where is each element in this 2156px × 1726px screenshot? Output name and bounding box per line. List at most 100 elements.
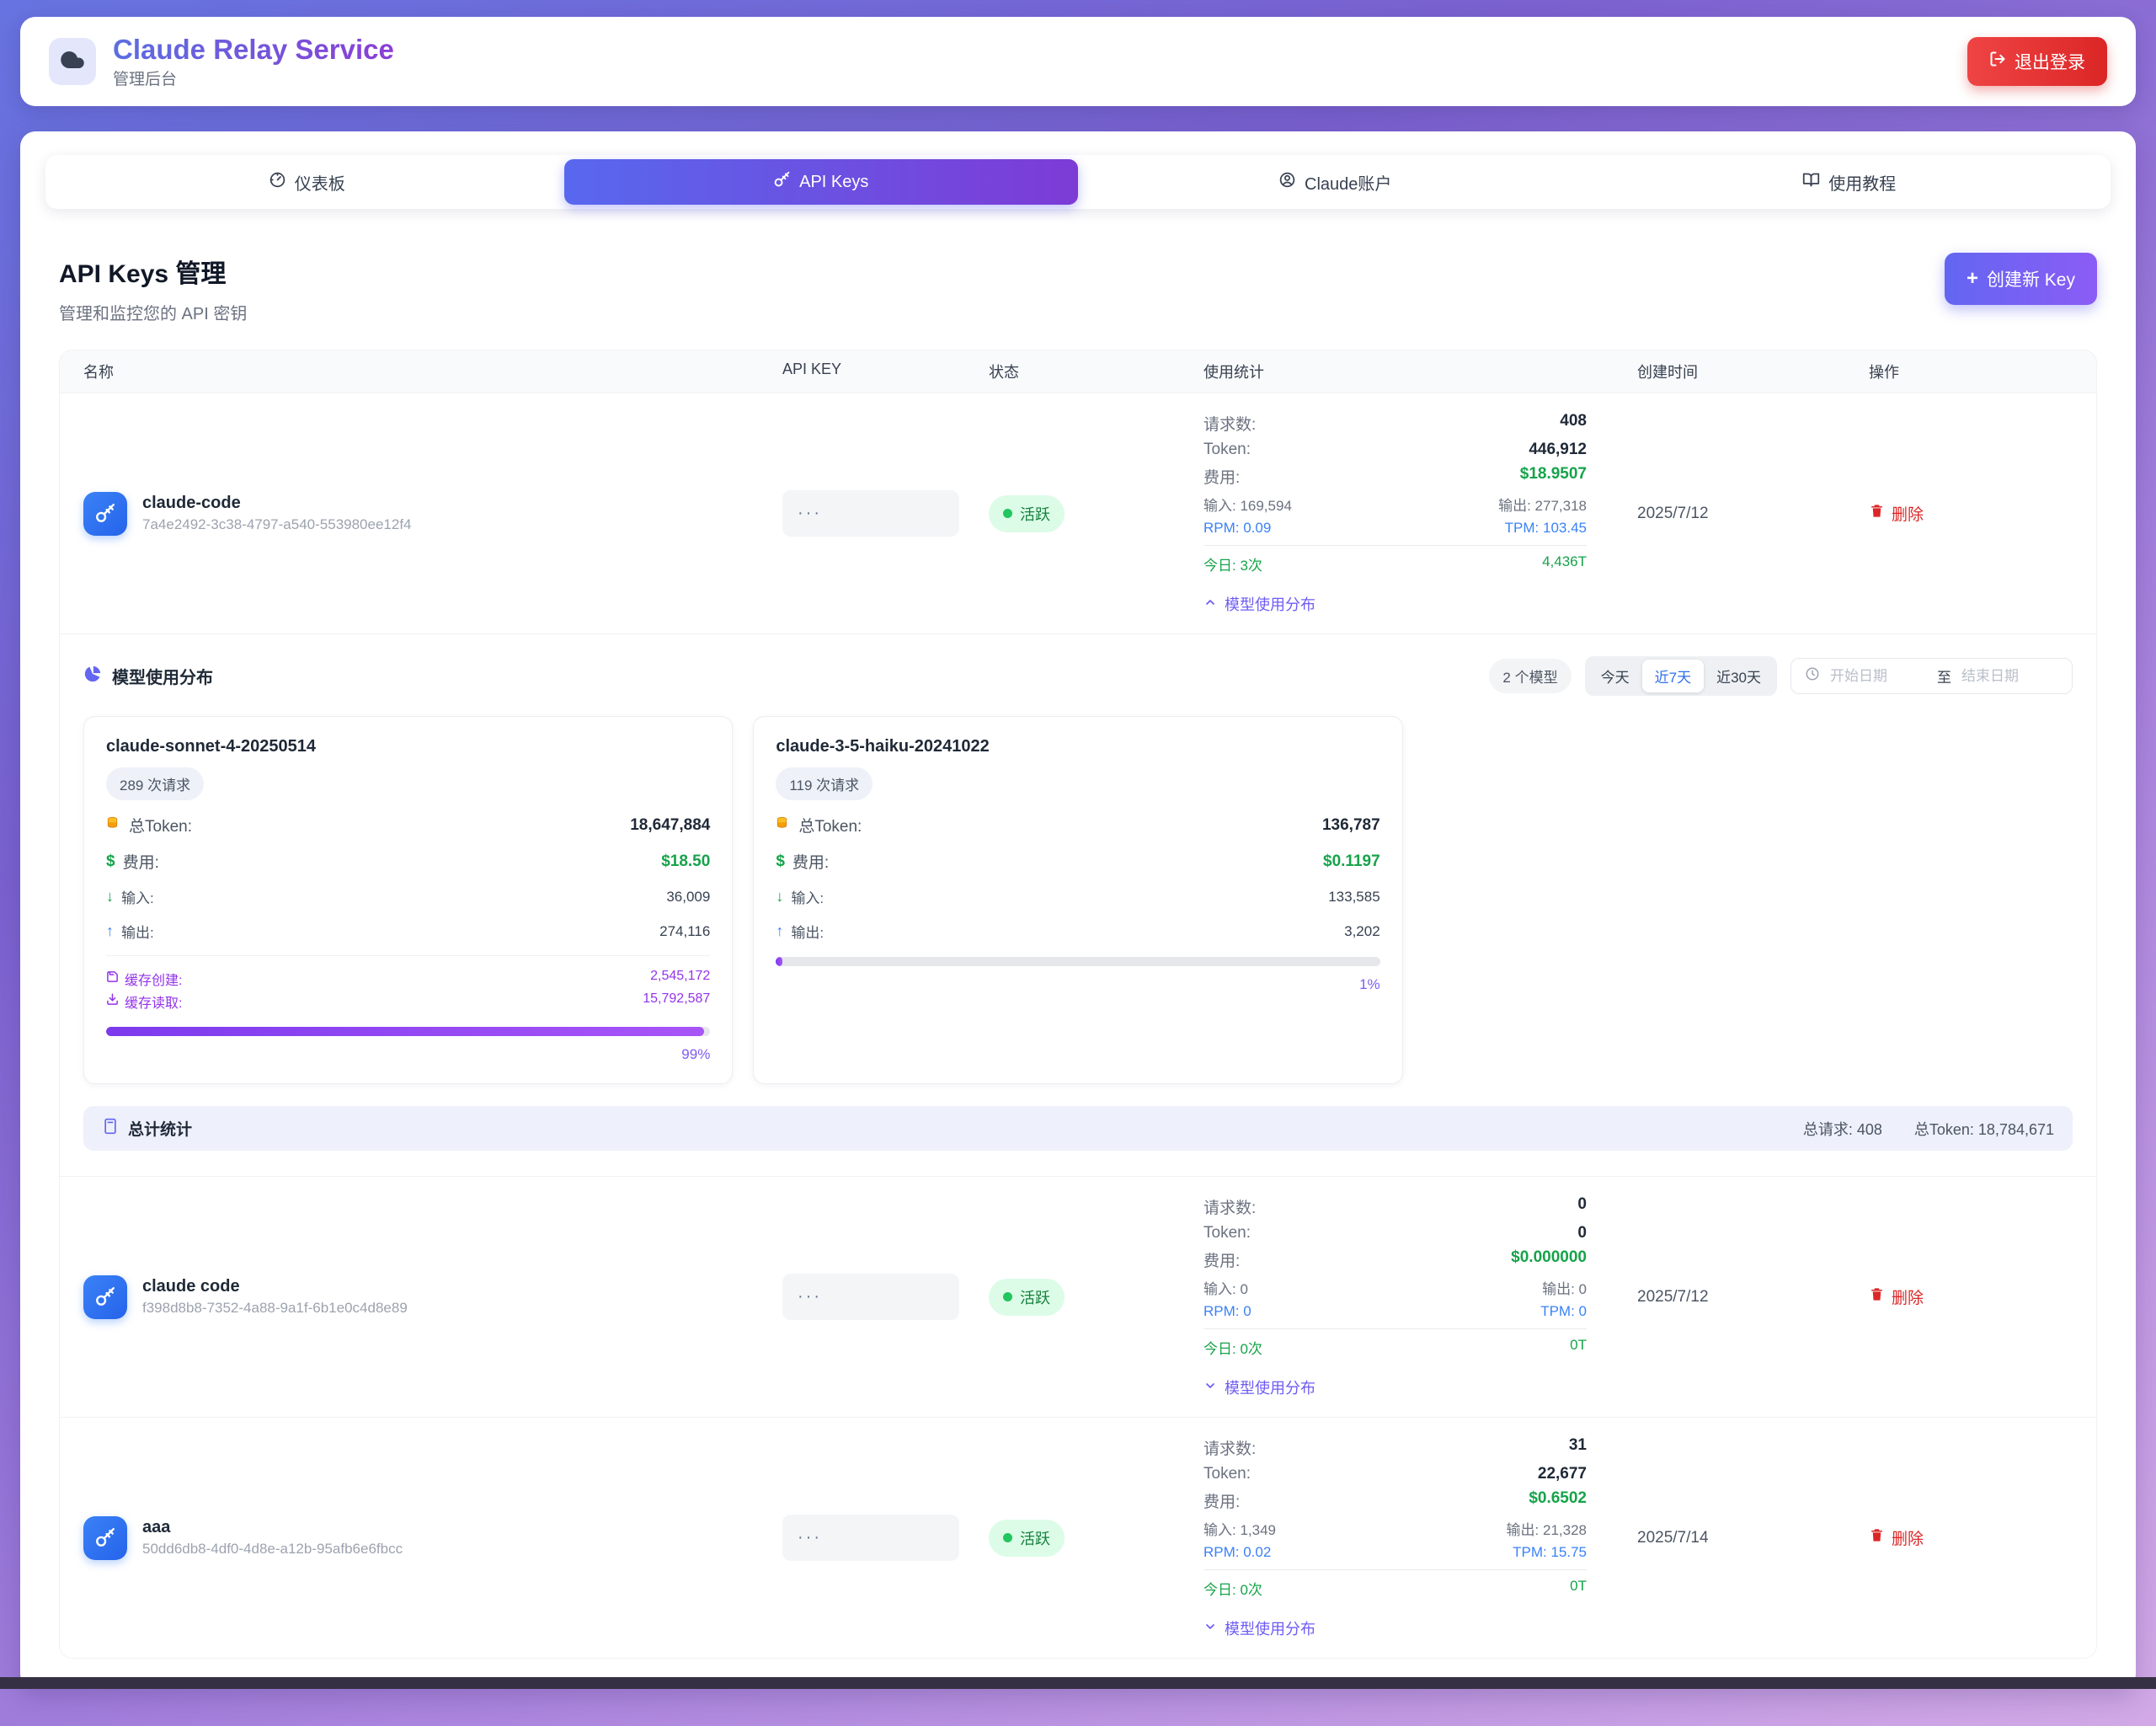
table-row: aaa 50dd6db8-4df0-4d8e-a12b-95afb6e6fbcc… (60, 1417, 2096, 1658)
model-card: claude-sonnet-4-20250514 289 次请求 总Token:… (83, 716, 733, 1084)
arrow-down-icon: ↓ (106, 888, 114, 906)
tab-tutorial[interactable]: 使用教程 (1593, 159, 2107, 205)
create-key-label: 创建新 Key (1987, 266, 2075, 291)
tab-api-keys[interactable]: API Keys (564, 159, 1079, 205)
model-usage-title-wrap: 模型使用分布 (83, 664, 213, 688)
tab-api-keys-label: API Keys (799, 173, 868, 192)
page-head: API Keys 管理 管理和监控您的 API 密钥 + 创建新 Key (59, 253, 2097, 324)
col-created: 创建时间 (1637, 361, 1869, 382)
tab-claude-account[interactable]: Claude账户 (1078, 159, 1593, 205)
table-header: 名称 API KEY 状态 使用统计 创建时间 操作 (60, 350, 2096, 393)
filter-last7[interactable]: 近7天 (1642, 660, 1704, 692)
percent-label: 99% (106, 1046, 710, 1063)
arrow-up-icon: ↑ (106, 922, 114, 940)
model-usage-toggle[interactable]: 模型使用分布 (1203, 1617, 1315, 1639)
filter-last30[interactable]: 近30天 (1704, 660, 1774, 692)
tab-dashboard[interactable]: 仪表板 (50, 159, 564, 205)
book-icon (1802, 171, 1820, 194)
gauge-icon (269, 171, 286, 194)
chevron-up-icon (1203, 596, 1217, 613)
col-usage: 使用统计 (1203, 361, 1637, 382)
start-date-input[interactable] (1830, 668, 1927, 685)
model-requests-pill: 289 次请求 (106, 767, 204, 800)
delete-button[interactable]: 删除 (1869, 1285, 1924, 1308)
chevron-down-icon (1203, 1379, 1217, 1397)
col-status: 状态 (989, 361, 1203, 382)
total-tokens: 总Token: 18,784,671 (1914, 1118, 2054, 1140)
table-row: claude-code 7a4e2492-3c38-4797-a540-5539… (60, 393, 2096, 633)
usage-stats: 请求数:31 Token:22,677 费用:$0.6502 输入: 1,349… (1203, 1436, 1587, 1599)
main-panel: 仪表板 API Keys Claude账户 使用教程 API Keys 管理 管… (20, 131, 2136, 1689)
time-filter-group: 今天 近7天 近30天 (1585, 656, 1777, 696)
user-icon (1278, 171, 1296, 194)
model-name: claude-sonnet-4-20250514 (106, 737, 710, 756)
trash-icon (1869, 1286, 1885, 1307)
created-date: 2025/7/12 (1637, 1288, 1869, 1307)
logout-button[interactable]: 退出登录 (1967, 37, 2107, 86)
col-actions: 操作 (1869, 361, 2096, 382)
key-icon (773, 171, 791, 194)
pie-chart-icon (83, 665, 102, 688)
dollar-icon: $ (776, 852, 785, 871)
page-title: API Keys 管理 (59, 253, 247, 290)
key-id: f398d8b8-7352-4a88-9a1f-6b1e0c4d8e89 (142, 1300, 408, 1317)
status-badge: 活跃 (989, 1520, 1065, 1557)
clock-icon (1805, 666, 1820, 686)
app-subtitle: 管理后台 (113, 67, 394, 89)
key-name: aaa (142, 1518, 403, 1537)
total-requests: 总请求: 408 (1803, 1118, 1882, 1140)
key-id: 50dd6db8-4df0-4d8e-a12b-95afb6e6fbcc (142, 1541, 403, 1558)
col-api-key: API KEY (782, 361, 989, 382)
create-key-button[interactable]: + 创建新 Key (1945, 253, 2097, 305)
model-card: claude-3-5-haiku-20241022 119 次请求 总Token… (753, 716, 1402, 1084)
download-icon (106, 993, 119, 1010)
key-name: claude-code (142, 494, 412, 513)
status-dot-icon (1003, 509, 1012, 518)
trash-icon (1869, 503, 1885, 524)
model-usage-progress: 99% (106, 1027, 710, 1063)
tab-tutorial-label: 使用教程 (1828, 170, 1896, 195)
end-date-input[interactable] (1961, 668, 2058, 685)
total-stats-bar: 总计统计 总请求: 408 总Token: 18,784,671 (83, 1106, 2073, 1151)
tab-claude-account-label: Claude账户 (1305, 170, 1391, 195)
api-key-masked[interactable]: ··· (782, 1515, 959, 1561)
coins-icon (106, 815, 121, 836)
tab-bar: 仪表板 API Keys Claude账户 使用教程 (45, 155, 2111, 209)
model-usage-toggle[interactable]: 模型使用分布 (1203, 593, 1315, 615)
chevron-down-icon (1203, 1620, 1217, 1638)
trash-icon (1869, 1527, 1885, 1548)
status-badge: 活跃 (989, 1279, 1065, 1316)
model-name: claude-3-5-haiku-20241022 (776, 737, 1380, 756)
usage-stats: 请求数:0 Token:0 费用:$0.000000 输入: 0输出: 0 RP… (1203, 1195, 1587, 1358)
filter-today[interactable]: 今天 (1588, 660, 1642, 692)
delete-button[interactable]: 删除 (1869, 1526, 1924, 1549)
date-separator: 至 (1937, 665, 1951, 687)
model-usage-progress: 1% (776, 957, 1380, 993)
save-icon (106, 970, 119, 987)
app-title: Claude Relay Service (113, 34, 394, 66)
percent-label: 1% (776, 976, 1380, 993)
plus-icon: + (1967, 269, 1978, 289)
status-dot-icon (1003, 1292, 1012, 1301)
dollar-icon: $ (106, 852, 115, 871)
date-range-picker: 至 (1790, 658, 2073, 694)
col-name: 名称 (83, 361, 782, 382)
calculator-icon (102, 1118, 119, 1140)
coins-icon (776, 815, 791, 836)
logout-icon (1989, 51, 2006, 72)
api-key-masked[interactable]: ··· (782, 490, 959, 537)
key-name: claude code (142, 1277, 408, 1296)
key-icon (83, 1516, 127, 1560)
arrow-up-icon: ↑ (776, 922, 783, 940)
cloud-icon (60, 47, 85, 77)
key-id: 7a4e2492-3c38-4797-a540-553980ee12f4 (142, 516, 412, 533)
usage-stats: 请求数:408 Token:446,912 费用:$18.9507 输入: 16… (1203, 412, 1587, 574)
status-dot-icon (1003, 1533, 1012, 1542)
logout-label: 退出登录 (2015, 49, 2085, 74)
api-key-masked[interactable]: ··· (782, 1274, 959, 1320)
bottom-edge (0, 1677, 2156, 1689)
key-icon (83, 1275, 127, 1319)
model-usage-toggle[interactable]: 模型使用分布 (1203, 1376, 1315, 1398)
delete-button[interactable]: 删除 (1869, 502, 1924, 525)
created-date: 2025/7/12 (1637, 505, 1869, 523)
